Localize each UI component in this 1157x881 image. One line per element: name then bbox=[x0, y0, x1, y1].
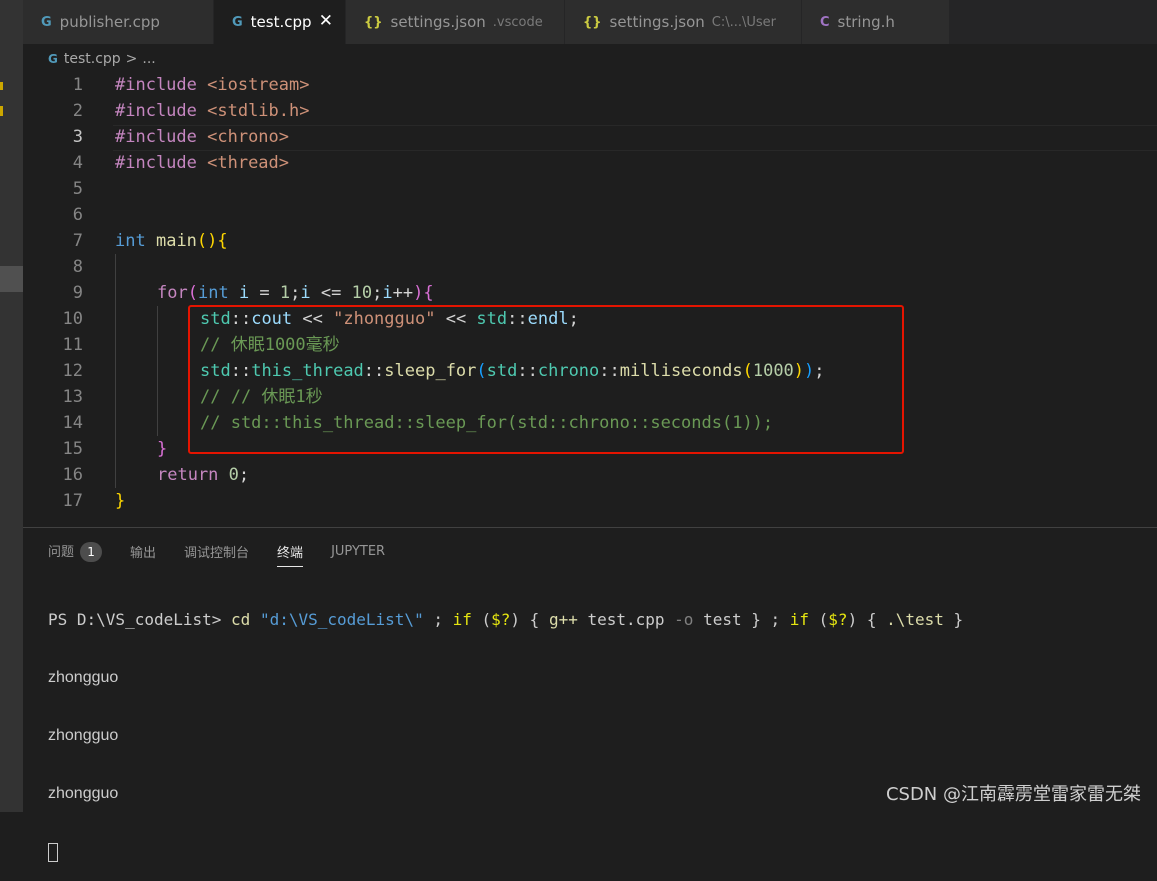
tab-debug-console[interactable]: 调试控制台 bbox=[184, 542, 249, 561]
line-number: 8 bbox=[72, 257, 83, 277]
code-text: #include <iostream> bbox=[115, 75, 310, 95]
tab-settings-json-vscode[interactable]: {} settings.json .vscode bbox=[346, 0, 564, 44]
tab-label: settings.json bbox=[390, 13, 486, 31]
tab-publisher-cpp[interactable]: G publisher.cpp bbox=[23, 0, 213, 44]
line-number: 12 bbox=[62, 361, 83, 381]
breadcrumb[interactable]: G test.cpp > ... bbox=[48, 48, 156, 70]
activity-selected[interactable] bbox=[0, 266, 23, 292]
line-number: 11 bbox=[62, 335, 83, 355]
watermark: CSDN @江南霹雳堂雷家雷无桀 bbox=[885, 784, 1141, 805]
code-text: } bbox=[115, 491, 126, 511]
terminal-output-line: zhongguo bbox=[48, 669, 119, 686]
tab-string-h[interactable]: C string.h bbox=[802, 0, 949, 44]
editor-tab-bar: G publisher.cpp G test.cpp ✕ {} settings… bbox=[23, 0, 1157, 44]
code-line: 6 bbox=[23, 202, 1157, 228]
highlight-box bbox=[188, 305, 904, 454]
terminal-cursor bbox=[48, 843, 58, 862]
line-number: 6 bbox=[72, 205, 83, 225]
terminal-cursor-line bbox=[48, 842, 963, 862]
code-line: 5 bbox=[23, 176, 1157, 202]
line-number: 15 bbox=[62, 439, 83, 459]
code-line: 16 return 0; bbox=[23, 462, 1157, 488]
tab-label: settings.json bbox=[609, 13, 705, 31]
tab-description: .vscode bbox=[492, 14, 543, 30]
tab-label: test.cpp bbox=[250, 13, 312, 31]
code-text: return 0; bbox=[157, 465, 250, 485]
c-file-icon: C bbox=[820, 14, 830, 30]
tab-settings-json-user[interactable]: {} settings.json C:\...\User bbox=[565, 0, 801, 44]
line-number: 10 bbox=[62, 309, 83, 329]
panel-tab-bar: 问题 1 输出 调试控制台 终端 JUPYTER bbox=[48, 540, 413, 567]
terminal[interactable]: PS D:\VS_codeList> cd "d:\VS_codeList\" … bbox=[48, 572, 963, 881]
line-number: 13 bbox=[62, 387, 83, 407]
line-number: 9 bbox=[72, 283, 83, 303]
code-line: 3 #include <chrono> bbox=[23, 124, 1157, 150]
line-number: 5 bbox=[72, 179, 83, 199]
tab-label: publisher.cpp bbox=[59, 13, 160, 31]
code-text: int main(){ bbox=[115, 231, 228, 251]
code-line: 7 int main(){ bbox=[23, 228, 1157, 254]
tab-description: C:\...\User bbox=[711, 14, 777, 30]
terminal-output-line: zhongguo bbox=[48, 727, 119, 744]
tab-problems[interactable]: 问题 1 bbox=[48, 541, 103, 562]
code-text: #include <chrono> bbox=[115, 127, 290, 147]
code-line: 9 for(int i = 1;i <= 10;i++){ bbox=[23, 280, 1157, 306]
line-number: 3 bbox=[72, 127, 83, 147]
tab-output[interactable]: 输出 bbox=[130, 542, 156, 561]
code-line: 17 } bbox=[23, 488, 1157, 514]
tab-label: string.h bbox=[837, 13, 895, 31]
code-line: 1 #include <iostream> bbox=[23, 72, 1157, 98]
terminal-command-line: PS D:\VS_codeList> cd "d:\VS_codeList\" … bbox=[48, 610, 964, 629]
code-line: 8 bbox=[23, 254, 1157, 280]
code-text: #include <stdlib.h> bbox=[115, 101, 310, 121]
json-file-icon: {} bbox=[583, 14, 602, 30]
line-number: 16 bbox=[62, 465, 83, 485]
line-number: 17 bbox=[62, 491, 83, 511]
line-number: 7 bbox=[72, 231, 83, 251]
code-text: for(int i = 1;i <= 10;i++){ bbox=[157, 283, 434, 303]
code-line: 4 #include <thread> bbox=[23, 150, 1157, 176]
tab-jupyter[interactable]: JUPYTER bbox=[331, 544, 385, 559]
code-line: 2 #include <stdlib.h> bbox=[23, 98, 1157, 124]
activity-indicator bbox=[0, 82, 3, 90]
close-icon[interactable]: ✕ bbox=[319, 11, 333, 31]
cpp-file-icon: G bbox=[41, 14, 52, 30]
breadcrumb-file[interactable]: test.cpp bbox=[64, 51, 121, 67]
activity-bar bbox=[0, 0, 23, 812]
breadcrumb-symbol[interactable]: ... bbox=[142, 51, 155, 67]
code-text: #include <thread> bbox=[115, 153, 290, 173]
problems-count-badge: 1 bbox=[80, 541, 103, 562]
terminal-output-line: zhongguo bbox=[48, 785, 119, 802]
line-number: 2 bbox=[72, 101, 83, 121]
code-editor[interactable]: 1 #include <iostream> 2 #include <stdlib… bbox=[23, 72, 1157, 528]
tab-test-cpp[interactable]: G test.cpp ✕ bbox=[214, 0, 345, 44]
cpp-file-icon: G bbox=[232, 14, 243, 30]
line-number: 14 bbox=[62, 413, 83, 433]
panel-divider[interactable] bbox=[23, 527, 1157, 528]
code-text: } bbox=[157, 439, 168, 459]
tab-terminal[interactable]: 终端 bbox=[277, 542, 304, 567]
json-file-icon: {} bbox=[364, 14, 383, 30]
activity-indicator bbox=[0, 106, 3, 116]
line-number: 1 bbox=[72, 75, 83, 95]
cpp-file-icon: G bbox=[48, 52, 58, 66]
breadcrumb-separator: > bbox=[125, 51, 138, 67]
line-number: 4 bbox=[72, 153, 83, 173]
